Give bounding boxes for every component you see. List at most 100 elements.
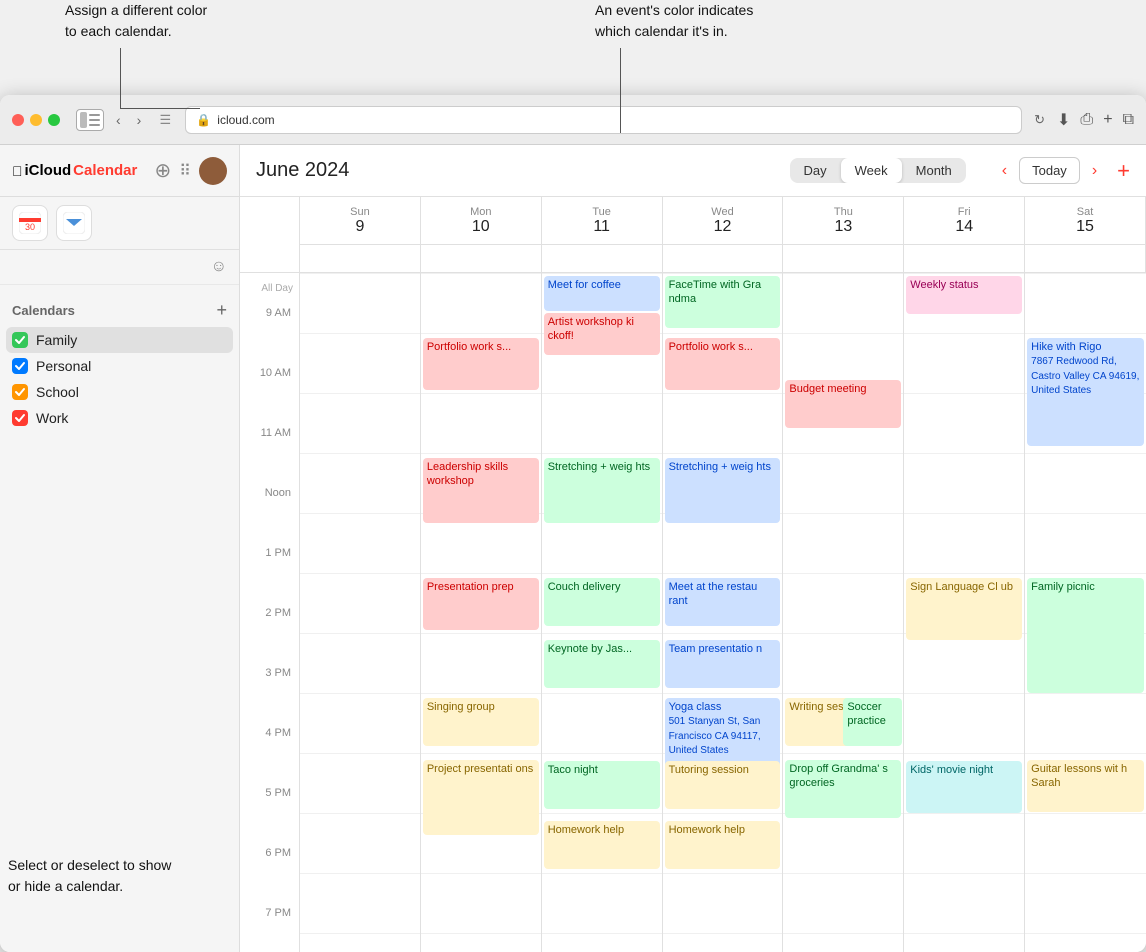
maximize-button[interactable]: [48, 114, 60, 126]
event-portfolio-wed[interactable]: Portfolio work s...: [665, 338, 781, 390]
time-header-spacer: [240, 197, 300, 273]
calendar-item-family[interactable]: Family: [6, 327, 233, 353]
event-sign-language[interactable]: Sign Language Cl ub: [906, 578, 1022, 640]
all-day-row: [300, 245, 1146, 273]
allday-label: All Day: [240, 273, 300, 303]
app-area:  iCloud Calendar ⊕ ⠿ 30: [0, 145, 1146, 952]
browser-window: ‹ › ☰ 🔒 icloud.com ↻ ⬇ ⎙ + ⧉  iCloud Ca…: [0, 95, 1146, 952]
sidebar:  iCloud Calendar ⊕ ⠿ 30: [0, 145, 240, 952]
day-header-sun: Sun 9: [300, 197, 421, 244]
view-month-button[interactable]: Month: [902, 158, 966, 183]
event-homework-help-wed[interactable]: Homework help: [665, 821, 781, 869]
event-weekly-status[interactable]: Weekly status: [906, 276, 1022, 314]
day-header-tue: Tue 11: [542, 197, 663, 244]
icloud-text: iCloud: [25, 162, 72, 179]
view-day-button[interactable]: Day: [790, 158, 841, 183]
event-family-picnic[interactable]: Family picnic: [1027, 578, 1144, 693]
days-scroll[interactable]: Portfolio work s... Leadership skills wo…: [300, 273, 1146, 952]
event-drop-off-grandma[interactable]: Drop off Grandma' s groceries: [785, 760, 901, 818]
next-button[interactable]: ›: [1088, 160, 1101, 182]
personal-calendar-label: Personal: [36, 358, 91, 374]
event-leadership-skills[interactable]: Leadership skills workshop: [423, 458, 539, 523]
calendar-text: Calendar: [73, 162, 137, 179]
day-name-sun: Sun: [350, 206, 370, 218]
calendar-app-icon[interactable]: 30: [12, 205, 48, 241]
calendar-item-work[interactable]: Work: [0, 405, 239, 431]
add-calendar-button[interactable]: +: [216, 301, 227, 319]
event-meet-restaurant[interactable]: Meet at the restau rant: [665, 578, 781, 626]
event-artist-workshop[interactable]: Artist workshop ki ckoff!: [544, 313, 660, 355]
prev-button[interactable]: ‹: [998, 160, 1011, 182]
reaction-bar: ☺: [0, 250, 239, 285]
view-week-button[interactable]: Week: [841, 158, 902, 183]
time-slot-noon: Noon: [240, 483, 300, 543]
forward-button[interactable]: ›: [133, 110, 146, 130]
add-event-button[interactable]: +: [1117, 160, 1130, 182]
event-hike-rigo[interactable]: Hike with Rigo7867 Redwood Rd, Castro Va…: [1027, 338, 1144, 446]
event-singing-group[interactable]: Singing group: [423, 698, 539, 746]
app-icons-row: 30: [0, 197, 239, 250]
col-mon: Portfolio work s... Leadership skills wo…: [421, 273, 542, 952]
event-meet-for-coffee[interactable]: Meet for coffee: [544, 276, 660, 311]
day-num-10: 10: [472, 218, 490, 236]
time-column: All Day 9 AM 10 AM 11 AM Noon 1 PM 2 PM …: [240, 197, 300, 952]
allday-wed: [663, 245, 784, 272]
event-portfolio-work-mon[interactable]: Portfolio work s...: [423, 338, 539, 390]
calendar-item-school[interactable]: School: [0, 379, 239, 405]
event-homework-help-tue[interactable]: Homework help: [544, 821, 660, 869]
grid-apps-button[interactable]: ⠿: [179, 161, 191, 181]
calendars-section: Calendars + Family Personal: [0, 285, 239, 952]
event-facetime-grandma[interactable]: FaceTime with Gra ndma: [665, 276, 781, 328]
sidebar-toggle-button[interactable]: [76, 109, 104, 131]
allday-thu: [783, 245, 904, 272]
event-soccer-practice[interactable]: Soccer practice: [843, 698, 902, 746]
calendar-header: June 2024 Day Week Month ‹ Today › +: [240, 145, 1146, 197]
day-num-13: 13: [834, 218, 852, 236]
day-name-thu: Thu: [834, 206, 853, 218]
work-calendar-dot: [12, 410, 28, 426]
day-header-wed: Wed 12: [663, 197, 784, 244]
add-event-header-button[interactable]: ⊕: [155, 158, 172, 183]
new-tab-icon[interactable]: +: [1103, 111, 1112, 129]
event-presentation-prep[interactable]: Presentation prep: [423, 578, 539, 630]
refresh-button[interactable]: ↻: [1030, 110, 1049, 130]
allday-tue: [542, 245, 663, 272]
day-header-thu: Thu 13: [783, 197, 904, 244]
url-bar[interactable]: 🔒 icloud.com: [185, 106, 1022, 134]
event-keynote[interactable]: Keynote by Jas...: [544, 640, 660, 688]
user-avatar[interactable]: [199, 157, 227, 185]
day-num-11: 11: [593, 218, 610, 236]
event-team-presentation[interactable]: Team presentatio n: [665, 640, 781, 688]
event-stretching-wed[interactable]: Stretching + weig hts: [665, 458, 781, 523]
share-icon[interactable]: ⎙: [1080, 111, 1093, 129]
col-thu: Budget meeting Writing session ... Socce…: [783, 273, 904, 952]
school-calendar-label: School: [36, 384, 79, 400]
time-slot-2pm: 2 PM: [240, 603, 300, 663]
event-taco-night[interactable]: Taco night: [544, 761, 660, 809]
event-guitar-lessons[interactable]: Guitar lessons wit h Sarah: [1027, 760, 1144, 812]
event-tutoring[interactable]: Tutoring session: [665, 761, 781, 809]
time-slot-11am: 11 AM: [240, 423, 300, 483]
event-stretching-tue[interactable]: Stretching + weig hts: [544, 458, 660, 523]
reaction-button[interactable]: ☺: [211, 258, 227, 276]
time-slot-9am: 9 AM: [240, 303, 300, 363]
icloud-logo:  iCloud Calendar: [12, 162, 137, 179]
mail-app-icon[interactable]: [56, 205, 92, 241]
event-budget-meeting[interactable]: Budget meeting: [785, 380, 901, 428]
today-button[interactable]: Today: [1019, 157, 1080, 184]
calendar-item-personal[interactable]: Personal: [0, 353, 239, 379]
download-icon[interactable]: ⬇: [1057, 110, 1070, 130]
day-num-15: 15: [1076, 218, 1094, 236]
event-project-presentations[interactable]: Project presentati ons: [423, 760, 539, 835]
back-button[interactable]: ‹: [112, 110, 125, 130]
event-kids-movie-night[interactable]: Kids' movie night: [906, 761, 1022, 813]
time-slot-7pm: 7 PM: [240, 903, 300, 952]
event-couch-delivery[interactable]: Couch delivery: [544, 578, 660, 626]
allday-fri: [904, 245, 1025, 272]
minimize-button[interactable]: [30, 114, 42, 126]
close-button[interactable]: [12, 114, 24, 126]
allday-mon: [421, 245, 542, 272]
days-body: Portfolio work s... Leadership skills wo…: [300, 273, 1146, 952]
traffic-lights: [12, 114, 60, 126]
tabs-icon[interactable]: ⧉: [1123, 111, 1134, 129]
